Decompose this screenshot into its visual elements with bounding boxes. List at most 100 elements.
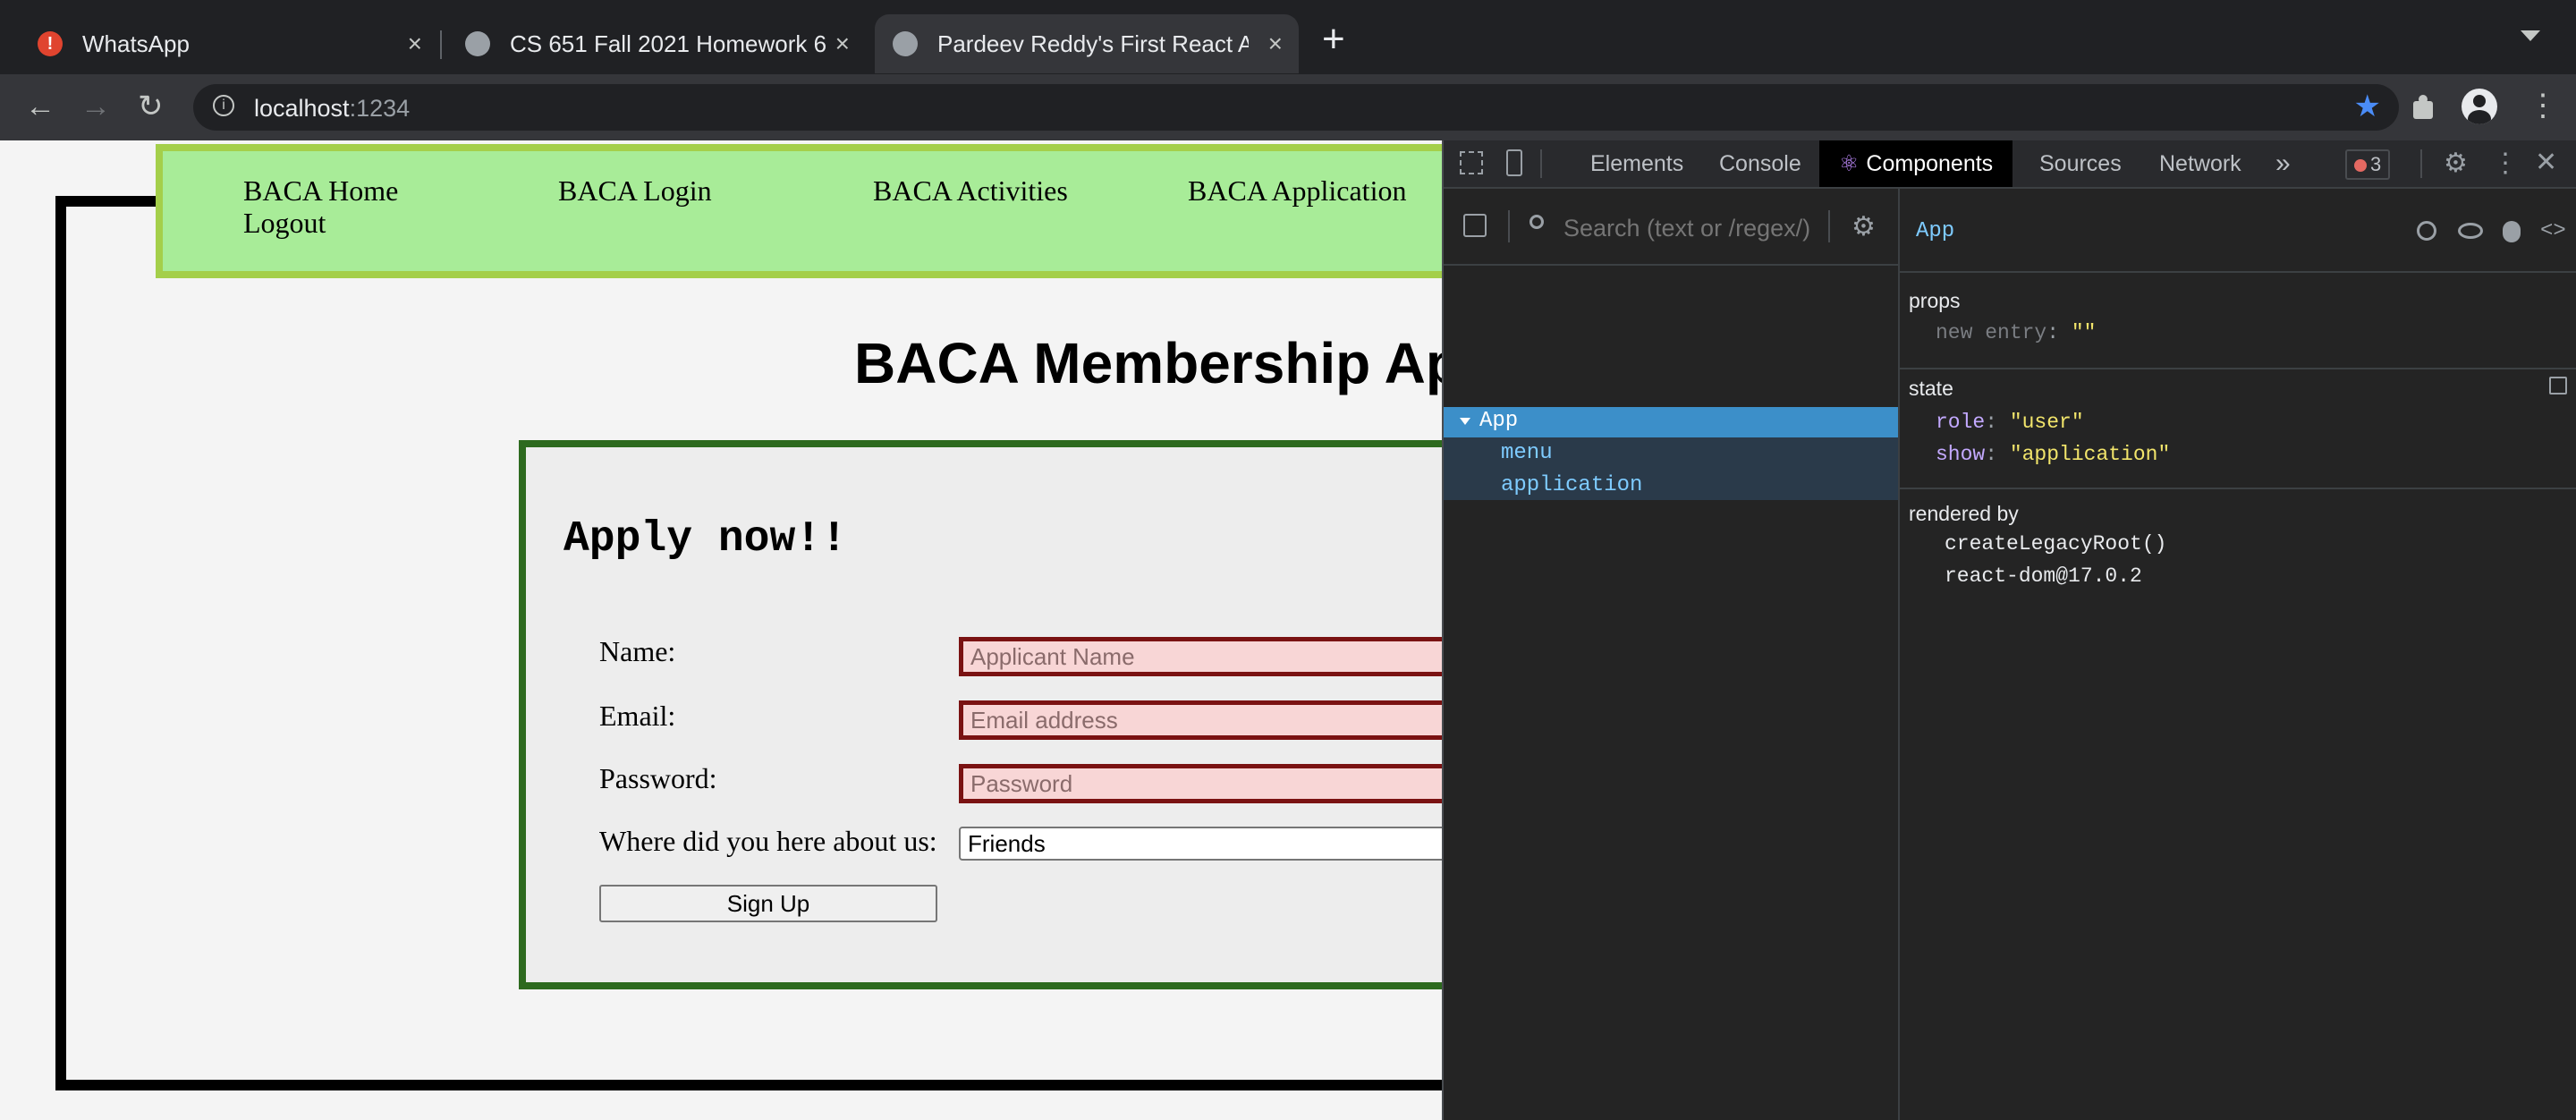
profile-avatar-icon[interactable] [2462,89,2497,124]
device-toolbar-icon[interactable] [1506,149,1522,176]
name-input[interactable] [959,637,1442,676]
tree-node-application[interactable]: application [1501,473,1642,497]
chrome-menu-kebab-icon[interactable]: ⋮ [2528,90,2558,121]
nav-activities-link[interactable]: BACA Activities [873,174,1068,208]
section-divider [1900,368,2576,369]
tab-react-app[interactable]: Pardeev Reddy's First React Ap × [875,14,1299,73]
react-atom-icon: ⚛ [1839,151,1860,176]
tree-node-app[interactable]: App [1479,409,1518,433]
extensions-puzzle-icon[interactable] [2410,94,2436,121]
view-source-icon[interactable]: <> [2540,219,2566,243]
component-inspector-pane: App <> props new entry: "" state role: "… [1900,189,2576,1120]
nav-home-link[interactable]: BACA Home [243,174,398,208]
back-arrow-icon[interactable]: ← [25,89,55,124]
tab-homework[interactable]: CS 651 Fall 2021 Homework 6 × [447,14,866,73]
address-bar[interactable]: i localhost:1234 ★ [193,84,2399,131]
prop-key: new entry [1936,321,2047,344]
tab-separator [440,30,442,59]
application-form: Apply now!! Name: Email: Password: Where… [519,440,1442,989]
nav-login-link[interactable]: BACA Login [558,174,712,208]
devtools-panel: Elements Console ⚛ Components Sources Net… [1442,140,2576,1120]
settings-gear-icon[interactable]: ⚙ [2444,150,2468,177]
close-tab-icon[interactable]: × [835,30,850,57]
close-tab-icon[interactable]: × [1268,30,1283,57]
state-value: "application" [2009,443,2171,466]
search-icon [1530,215,1544,229]
referral-source-label: Where did you here about us: [599,825,937,857]
more-tabs-chevron-icon[interactable]: » [2275,140,2291,187]
nav-menu: BACA Home Logout BACA Login BACA Activit… [156,144,1442,278]
tab-search-chevron-icon[interactable] [2521,30,2540,41]
url-port: :1234 [349,95,411,122]
whatsapp-alert-icon: ! [38,31,63,56]
component-settings-gear-icon[interactable]: ⚙ [1852,214,1876,241]
eye-icon[interactable] [2458,223,2483,239]
form-title: Apply now!! [564,515,847,564]
devtools-tab-components[interactable]: ⚛ Components [1819,140,2013,187]
bookmark-star-icon[interactable]: ★ [2354,91,2381,122]
globe-icon [465,31,490,56]
component-search-row: ⚙ [1444,189,1898,266]
devtools-tab-sources[interactable]: Sources [2039,140,2122,187]
password-label: Password: [599,762,717,794]
reload-icon[interactable]: ↻ [138,89,164,124]
page-title: BACA Membership Ap [854,331,1442,395]
devtools-tab-console[interactable]: Console [1719,140,1801,187]
rendered-by-item[interactable]: react-dom@17.0.2 [1945,564,2142,588]
devtools-menu-kebab-icon[interactable]: ⋮ [2492,150,2519,177]
forward-arrow-icon[interactable]: → [80,89,111,124]
error-count: 3 [2370,153,2382,175]
devtools-tab-network[interactable]: Network [2159,140,2241,187]
devtools-tab-components-label: Components [1866,151,1994,176]
props-header: props [1909,289,1961,312]
web-page: BACA Home Logout BACA Login BACA Activit… [0,140,1442,1120]
referral-source-select[interactable]: Friends [959,827,1442,861]
nav-application-link[interactable]: BACA Application [1188,174,1406,208]
tab-title: Pardeev Reddy's First React Ap [937,30,1249,57]
info-icon[interactable]: i [213,95,234,116]
sign-up-button[interactable]: Sign Up [599,885,937,922]
globe-icon [893,31,918,56]
component-search-input[interactable] [1562,210,1825,246]
browser-toolbar: ← → ↻ i localhost:1234 ★ ⋮ [0,74,2576,140]
close-devtools-icon[interactable]: ✕ [2535,149,2557,176]
error-counter[interactable]: 3 [2345,149,2391,180]
error-icon [2354,159,2367,172]
inspect-element-icon[interactable] [1460,151,1483,174]
rendered-by-item[interactable]: createLegacyRoot() [1945,532,2166,556]
devtools-tab-bar: Elements Console ⚛ Components Sources Net… [1444,140,2576,189]
selected-component-name: App [1916,219,1955,243]
tab-title: WhatsApp [82,30,190,57]
password-input[interactable] [959,764,1442,803]
devtools-tab-elements[interactable]: Elements [1590,140,1683,187]
tab-whatsapp[interactable]: ! WhatsApp × [18,14,438,73]
state-row[interactable]: show: "application" [1936,443,2170,466]
state-key: show [1936,443,1986,466]
expand-caret-icon[interactable] [1460,418,1470,425]
tab-title: CS 651 Fall 2021 Homework 6 [510,30,827,57]
url-text: localhost:1234 [254,95,410,123]
section-divider [1900,271,2576,273]
search-divider [1828,210,1830,242]
state-row[interactable]: role: "user" [1936,411,2084,434]
state-header: state [1909,377,1953,400]
stopwatch-icon[interactable] [2417,221,2436,241]
email-input[interactable] [959,700,1442,740]
section-divider [1900,488,2576,489]
tree-node-menu[interactable]: menu [1501,441,1553,465]
component-tree-pane: ⚙ App menu application [1444,189,1900,1120]
toolbar-divider [2420,149,2422,178]
referral-source-value: Friends [968,829,1046,857]
prop-value: "" [2071,321,2097,344]
state-value: "user" [2009,411,2084,434]
search-divider [1508,210,1510,242]
new-tab-button[interactable]: + [1322,20,1345,59]
toolbar-divider [1540,149,1542,178]
browser-tab-strip: ! WhatsApp × CS 651 Fall 2021 Homework 6… [0,0,2576,74]
prop-row[interactable]: new entry: "" [1936,321,2096,344]
close-tab-icon[interactable]: × [408,30,422,57]
copy-icon[interactable] [2549,377,2567,395]
bug-icon[interactable] [2503,221,2521,242]
select-component-icon[interactable] [1463,214,1487,237]
nav-logout-link[interactable]: Logout [243,207,326,240]
